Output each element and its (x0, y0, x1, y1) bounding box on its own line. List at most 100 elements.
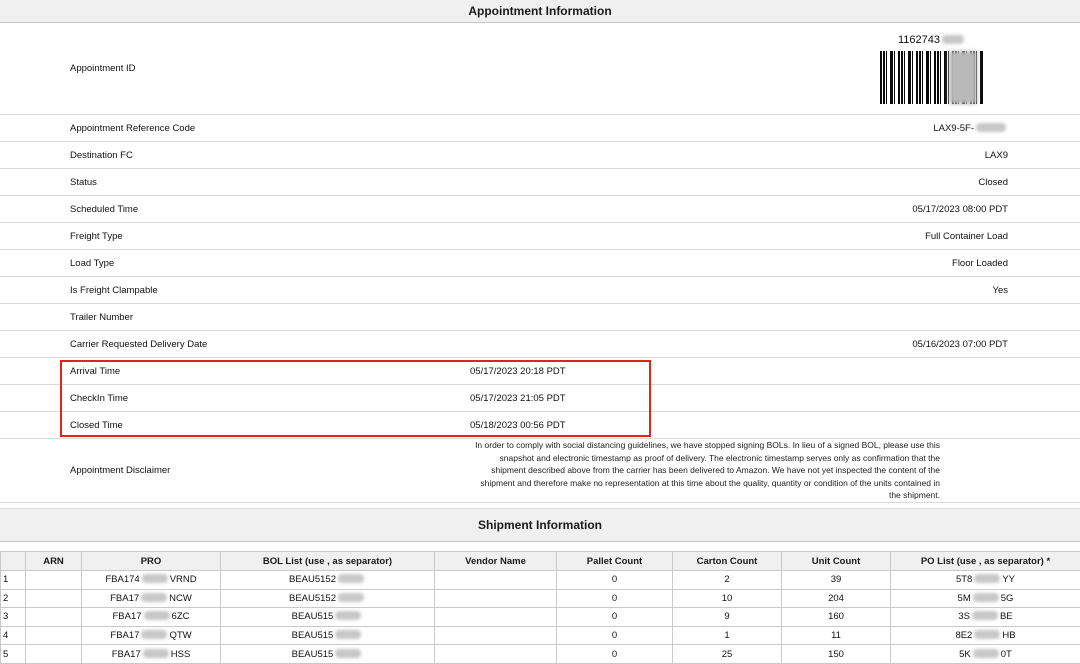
table-cell-unit: 160 (782, 608, 891, 627)
table-cell-carton: 25 (673, 645, 782, 664)
redaction-blur (942, 35, 964, 44)
table-cell-unit: 150 (782, 645, 891, 664)
table-cell-vendor (435, 645, 557, 664)
table-cell-vendor (435, 608, 557, 627)
redaction-blur (143, 649, 169, 658)
appointment-row: Is Freight ClampableYes (0, 277, 1080, 304)
redaction-blur (335, 611, 361, 620)
field-label: Closed Time (0, 420, 470, 431)
table-cell-arn (26, 608, 82, 627)
column-header: Vendor Name (435, 552, 557, 571)
redaction-blur (973, 649, 999, 658)
field-value: Yes (470, 285, 1080, 296)
field-label: Carrier Requested Delivery Date (0, 339, 470, 350)
column-header: PO List (use , as separator) * (891, 552, 1080, 571)
table-cell-vendor (435, 589, 557, 608)
table-cell-carton: 1 (673, 626, 782, 645)
barcode-bars (880, 51, 984, 104)
table-cell-po: 5T8YY (891, 571, 1080, 590)
appointment-row: Load TypeFloor Loaded (0, 250, 1080, 277)
column-header: PRO (82, 552, 221, 571)
field-label: Load Type (0, 258, 470, 269)
table-row: 1FBA174VRNDBEAU515202395T8YY (1, 571, 1080, 590)
table-cell-bol: BEAU5152 (221, 589, 435, 608)
field-value: Floor Loaded (470, 258, 1080, 269)
appointment-row: Freight TypeFull Container Load (0, 223, 1080, 250)
redaction-blur (972, 611, 998, 620)
table-cell-bol: BEAU515 (221, 626, 435, 645)
table-cell-bol: BEAU515 (221, 608, 435, 627)
field-label: Appointment Reference Code (0, 123, 470, 134)
redaction-blur (338, 574, 364, 583)
table-cell-po: 8E2HB (891, 626, 1080, 645)
shipment-info-header: Shipment Information (0, 508, 1080, 542)
table-cell-arn (26, 589, 82, 608)
redaction-blur (141, 630, 167, 639)
field-value: 05/17/2023 21:05 PDT (470, 393, 1080, 404)
table-cell-num: 3 (1, 608, 26, 627)
table-cell-pro: FBA17NCW (82, 589, 221, 608)
appointment-row: Scheduled Time05/17/2023 08:00 PDT (0, 196, 1080, 223)
appointment-row: Arrival Time05/17/2023 20:18 PDT (0, 358, 1080, 385)
table-cell-pallet: 0 (557, 626, 673, 645)
field-label: Scheduled Time (0, 204, 470, 215)
table-row: 4FBA17QTWBEAU51501118E2HB (1, 626, 1080, 645)
redaction-blur (141, 593, 167, 602)
column-header: Pallet Count (557, 552, 673, 571)
table-cell-pro: FBA17QTW (82, 626, 221, 645)
column-header: ARN (26, 552, 82, 571)
table-cell-pro: FBA176ZC (82, 608, 221, 627)
table-cell-vendor (435, 571, 557, 590)
shipment-table-header-row: ARNPROBOL List (use , as separator)Vendo… (1, 552, 1080, 571)
appointment-info-table: Appointment ID 1162743 Appointment Referen… (0, 23, 1080, 503)
redaction-blur (973, 593, 999, 602)
table-cell-carton: 2 (673, 571, 782, 590)
appointment-snapshot-page: Appointment Information Appointment ID11… (0, 0, 1080, 663)
appointment-row: StatusClosed (0, 169, 1080, 196)
field-label: Is Freight Clampable (0, 285, 470, 296)
field-label: Appointment Disclaimer (0, 465, 470, 476)
field-label: Arrival Time (0, 366, 470, 377)
table-row: 3FBA176ZCBEAU515091603SBE (1, 608, 1080, 627)
table-cell-pallet: 0 (557, 645, 673, 664)
column-header: Carton Count (673, 552, 782, 571)
redaction-blur (338, 593, 364, 602)
column-header (1, 552, 26, 571)
appointment-row: Carrier Requested Delivery Date05/16/202… (0, 331, 1080, 358)
table-cell-num: 4 (1, 626, 26, 645)
disclaimer-text: In order to comply with social distancin… (470, 439, 940, 502)
field-value: LAX9-5F- (470, 123, 1080, 134)
table-cell-unit: 204 (782, 589, 891, 608)
field-label: CheckIn Time (0, 393, 470, 404)
field-label: Appointment ID (0, 63, 470, 74)
appointment-row: Appointment ID 1162743 (0, 23, 1080, 115)
barcode-redaction-blur (949, 51, 977, 104)
field-label: Freight Type (0, 231, 470, 242)
barcode: 1162743 (880, 34, 984, 104)
redaction-blur (976, 123, 1006, 132)
field-value: Full Container Load (470, 231, 1080, 242)
appointment-info-header: Appointment Information (0, 0, 1080, 23)
table-cell-pallet: 0 (557, 608, 673, 627)
field-value: 05/18/2023 00:56 PDT (470, 420, 1080, 431)
table-cell-unit: 11 (782, 626, 891, 645)
barcode-number: 1162743 (880, 34, 984, 46)
field-value: 05/17/2023 20:18 PDT (470, 366, 1080, 377)
redaction-blur (974, 574, 1000, 583)
column-header: Unit Count (782, 552, 891, 571)
field-value: Closed (470, 177, 1080, 188)
field-label: Status (0, 177, 470, 188)
shipment-info-title: Shipment Information (478, 518, 602, 532)
field-label: Destination FC (0, 150, 470, 161)
section-gap (0, 542, 1080, 551)
table-cell-po: 5M5G (891, 589, 1080, 608)
column-header: BOL List (use , as separator) (221, 552, 435, 571)
field-value: 05/16/2023 07:00 PDT (470, 339, 1080, 350)
redaction-blur (142, 574, 168, 583)
table-cell-num: 5 (1, 645, 26, 664)
table-cell-num: 1 (1, 571, 26, 590)
appointment-row: Appointment Reference CodeLAX9-5F- (0, 115, 1080, 142)
appointment-row: Destination FCLAX9 (0, 142, 1080, 169)
field-value: LAX9 (470, 150, 1080, 161)
table-row: 5FBA17HSSBEAU5150251505K0T (1, 645, 1080, 664)
